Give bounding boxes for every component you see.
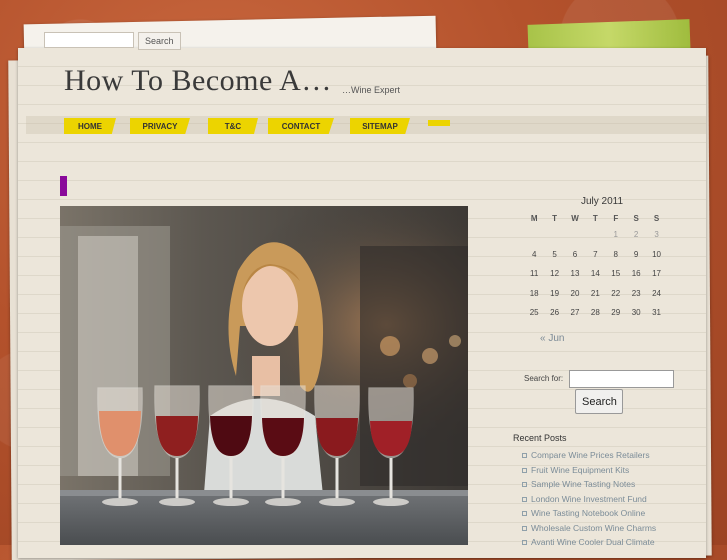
weekday-label: S <box>633 213 639 223</box>
calendar-day: 27 <box>570 308 580 318</box>
recent-post-link[interactable]: Wine Tasting Notebook Online <box>522 508 656 523</box>
nav-item-contact[interactable]: CONTACT <box>268 118 334 134</box>
calendar-table: M T W T F S S 1 2 3 4 5 6 7 8 9 10 11 12… <box>524 211 667 323</box>
calendar-week: 11 12 13 14 15 16 17 <box>524 264 667 284</box>
calendar-day: 25 <box>529 308 539 318</box>
site-tagline: …Wine Expert <box>342 85 401 95</box>
weekday-label: T <box>552 213 558 223</box>
header-search-input[interactable] <box>44 32 134 48</box>
list-bullet-icon <box>522 453 527 459</box>
calendar-day: 10 <box>652 249 661 259</box>
post-marker-icon <box>60 176 67 196</box>
recent-post-title: Wine Tasting Notebook Online <box>531 508 646 518</box>
calendar-day: 24 <box>652 288 661 298</box>
calendar-day: 20 <box>570 288 580 298</box>
recent-post-link[interactable]: London Wine Investment Fund <box>522 494 656 509</box>
recent-post-link[interactable]: Compare Wine Prices Retailers <box>522 450 656 465</box>
calendar-week: 25 26 27 28 29 30 31 <box>524 303 667 323</box>
calendar-day: 16 <box>631 269 641 279</box>
calendar-day: 30 <box>631 308 641 318</box>
weekday-label: W <box>571 213 579 223</box>
calendar-day: 9 <box>633 249 639 259</box>
recent-post-title: Compare Wine Prices Retailers <box>531 450 650 460</box>
nav-item-privacy[interactable]: PRIVACY <box>130 118 190 134</box>
recent-post-link[interactable]: Sample Wine Tasting Notes <box>522 479 656 494</box>
calendar-day: 28 <box>590 308 600 318</box>
list-bullet-icon <box>522 525 527 531</box>
calendar-day: 6 <box>572 249 578 259</box>
list-bullet-icon <box>522 511 527 517</box>
calendar-day: 2 <box>633 230 639 240</box>
recent-post-link[interactable]: Avanti Wine Cooler Dual Climate <box>522 537 656 552</box>
nav-item-home[interactable]: HOME <box>64 118 116 134</box>
recent-post-link[interactable]: Fruit Wine Equipment Kits <box>522 465 656 480</box>
recent-post-link[interactable]: Wholesale Custom Wine Charms <box>522 523 656 538</box>
calendar-day <box>524 225 544 245</box>
weekday-label: T <box>592 213 598 223</box>
nav-item-tc[interactable]: T&C <box>208 118 258 134</box>
calendar-day: 23 <box>631 288 641 298</box>
recent-post-title: Wholesale Custom Wine Charms <box>531 522 657 533</box>
recent-post-title: Sample Wine Tasting Notes <box>531 479 636 489</box>
calendar-prev-month-link[interactable]: « Jun <box>540 333 564 344</box>
calendar-day: 7 <box>593 249 598 259</box>
calendar-day: 12 <box>550 269 560 279</box>
recent-posts-list: Compare Wine Prices Retailers Fruit Wine… <box>522 450 656 552</box>
calendar-day: 14 <box>590 269 600 279</box>
calendar-day: 26 <box>550 308 560 318</box>
recent-post-title: Avanti Wine Cooler Dual Climate <box>531 537 655 547</box>
recent-posts-title: Recent Posts <box>513 433 567 443</box>
weekday-label: S <box>653 213 660 223</box>
calendar-caption: July 2011 <box>580 196 624 207</box>
calendar-day <box>565 225 585 245</box>
nav-item-sitemap[interactable]: SITEMAP <box>350 118 410 134</box>
header-search-form: Search <box>44 32 181 50</box>
calendar-day: 11 <box>530 269 539 279</box>
calendar-day <box>544 225 564 245</box>
sidebar-search-label: Search for: <box>524 374 564 383</box>
list-bullet-icon <box>522 496 527 502</box>
calendar-day: 21 <box>590 288 600 298</box>
nav-tab-marker <box>428 120 450 126</box>
calendar-week: 1 2 3 <box>524 225 667 245</box>
calendar-day: 18 <box>529 288 539 298</box>
calendar-day: 8 <box>613 249 618 259</box>
post-photo <box>60 206 468 545</box>
calendar-day: 19 <box>550 288 560 298</box>
recent-post-title: Fruit Wine Equipment Kits <box>531 464 630 475</box>
calendar-day: 31 <box>652 308 661 318</box>
calendar-week: 4 5 6 7 8 9 10 <box>524 245 667 265</box>
calendar-day: 5 <box>552 249 557 259</box>
site-title[interactable]: How To Become A… <box>64 64 332 98</box>
header-search-button[interactable]: Search <box>138 32 181 50</box>
calendar-day <box>585 225 605 245</box>
calendar-day: 17 <box>652 269 661 279</box>
calendar-day: 22 <box>611 288 621 298</box>
calendar-day: 3 <box>654 230 659 240</box>
weekday-label: M <box>530 213 538 223</box>
calendar-day: 13 <box>570 269 580 279</box>
list-bullet-icon <box>522 467 527 473</box>
post-image <box>60 206 468 545</box>
calendar-day: 15 <box>611 269 621 279</box>
sidebar-search-button[interactable]: Search <box>575 389 623 414</box>
calendar-weekday-row: M T W T F S S <box>524 211 667 225</box>
weekday-label: F <box>613 213 619 223</box>
list-bullet-icon <box>522 482 527 488</box>
calendar-day: 4 <box>531 249 537 259</box>
calendar-week: 18 19 20 21 22 23 24 <box>524 284 667 304</box>
recent-post-title: London Wine Investment Fund <box>531 493 647 504</box>
calendar-day: 1 <box>613 230 618 240</box>
sidebar-search-input[interactable] <box>569 370 674 388</box>
calendar-widget: July 2011 M T W T F S S 1 2 3 4 5 6 7 8 … <box>524 196 674 323</box>
calendar-day: 29 <box>611 308 621 318</box>
